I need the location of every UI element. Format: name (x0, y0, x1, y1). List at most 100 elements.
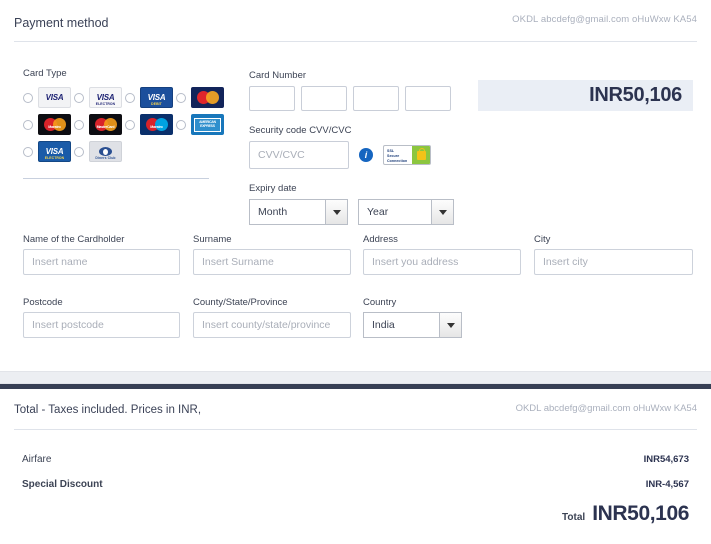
line-item-label: Special Discount (22, 479, 103, 490)
ssl-badge-line2: Secure (387, 153, 400, 158)
address-label: Address (363, 234, 398, 245)
radio-visa-debit[interactable] (125, 92, 135, 103)
surname-label: Surname (193, 234, 232, 245)
address-field: Address Insert you address (363, 234, 521, 275)
surname-input[interactable]: Insert Surname (193, 249, 351, 275)
totals-header: Total - Taxes included. Prices in INR, O… (0, 384, 711, 430)
card-number-input-4[interactable] (405, 86, 451, 111)
payment-page: Payment method OKDL abcdefg@gmail.com oH… (0, 0, 711, 544)
security-code-row: CVV/CVC i SSL Secure Connection (249, 141, 454, 169)
radio-visa[interactable] (23, 92, 33, 103)
line-item: Airfare INR54,673 (22, 454, 689, 465)
header-divider (14, 41, 697, 42)
expiry-year-select[interactable]: Year (358, 199, 454, 225)
mastercard-debit-logo-icon: MasterCard (89, 114, 122, 135)
radio-mastercard-debit[interactable] (74, 119, 84, 130)
lock-icon (412, 146, 430, 164)
card-type-label: Card Type (23, 68, 67, 79)
radio-diners-club[interactable] (74, 146, 84, 157)
radio-mastercard[interactable] (176, 92, 186, 103)
visa-electron-logo-icon: VISA ELECTRON (89, 87, 122, 108)
card-number-group (249, 86, 454, 111)
radio-visa-electron[interactable] (74, 92, 84, 103)
country-value: India (372, 319, 395, 331)
address-input[interactable]: Insert you address (363, 249, 521, 275)
ssl-badge-text: SSL Secure Connection (384, 146, 412, 164)
diners-club-logo-icon: Diners Club (89, 141, 122, 162)
visa-debit-logo-icon: VISA DEBIT (140, 87, 173, 108)
city-label: City (534, 234, 551, 245)
ssl-badge-line1: SSL (387, 149, 395, 153)
county-input[interactable]: Insert county/state/province (193, 312, 351, 338)
visa-blue-logo-icon: VISA ELECTRON (38, 141, 71, 162)
security-code-label: Security code CVV/CVC (249, 125, 352, 136)
american-express-logo-icon: AMERICAN EXPRESS (191, 114, 224, 135)
payment-method-panel: Payment method OKDL abcdefg@gmail.com oH… (0, 0, 711, 372)
line-item-amount: INR-4,567 (645, 479, 689, 490)
page-title: Payment method (14, 16, 109, 30)
card-option-diners-club[interactable]: Diners Club (74, 141, 125, 162)
line-item: Special Discount INR-4,567 (22, 479, 689, 490)
county-field: County/State/Province Insert county/stat… (193, 297, 351, 338)
chevron-down-icon[interactable] (431, 200, 453, 224)
info-icon[interactable]: i (359, 148, 373, 162)
chevron-down-icon[interactable] (325, 200, 347, 224)
totals-divider (14, 429, 697, 430)
card-option-visa-electron[interactable]: VISA ELECTRON (74, 87, 125, 108)
payment-panel-header: Payment method OKDL abcdefg@gmail.com oH… (0, 0, 711, 44)
card-number-input-3[interactable] (353, 86, 399, 111)
expiry-year-value: Year (367, 206, 389, 218)
radio-maestro[interactable] (23, 119, 33, 130)
cvv-input[interactable]: CVV/CVC (249, 141, 349, 169)
maestro-logo-icon: Maestro (38, 114, 71, 135)
card-option-visa-blue[interactable]: VISA ELECTRON (23, 141, 74, 162)
grand-total-label: Total (562, 512, 586, 523)
expiry-month-select[interactable]: Month (249, 199, 348, 225)
county-label: County/State/Province (193, 297, 288, 308)
line-item-amount: INR54,673 (643, 454, 689, 465)
expiry-month-value: Month (258, 206, 288, 218)
card-option-american-express[interactable]: AMERICAN EXPRESS (176, 114, 227, 135)
card-type-row-2: Maestro MasterCard Maestro AMERICAN EXPR… (23, 111, 228, 138)
cardholder-label: Name of the Cardholder (23, 234, 125, 245)
radio-american-express[interactable] (176, 119, 186, 130)
postcode-field: Postcode Insert postcode (23, 297, 180, 338)
postcode-label: Postcode (23, 297, 63, 308)
radio-maestro-blue[interactable] (125, 119, 135, 130)
expiry-date-label: Expiry date (249, 183, 297, 194)
card-option-visa-debit[interactable]: VISA DEBIT (125, 87, 176, 108)
grand-total-value: INR50,106 (592, 502, 689, 525)
city-field: City Insert city (534, 234, 693, 275)
card-details-column: Card Number Security code CVV/CVC CVV/CV… (249, 70, 454, 225)
card-option-maestro-blue[interactable]: Maestro (125, 114, 176, 135)
cardholder-field: Name of the Cardholder Insert name (23, 234, 180, 275)
surname-field: Surname Insert Surname (193, 234, 351, 275)
amount-display: INR50,106 (478, 80, 693, 111)
card-option-mastercard[interactable] (176, 87, 227, 108)
ssl-secure-connection-badge: SSL Secure Connection (383, 145, 431, 165)
expiry-selects: Month Year (249, 199, 454, 225)
cardholder-input[interactable]: Insert name (23, 249, 180, 275)
card-number-input-2[interactable] (301, 86, 347, 111)
mastercard-logo-icon (191, 87, 224, 108)
card-type-row-3: VISA ELECTRON Diners Club (23, 138, 228, 165)
country-label: Country (363, 297, 397, 308)
chevron-down-icon[interactable] (439, 313, 461, 337)
card-type-options: VISA VISA ELECTRON VISA DEBIT Maestro Ma… (23, 84, 228, 165)
card-number-input-1[interactable] (249, 86, 295, 111)
amount-value: INR50,106 (589, 84, 682, 106)
city-input[interactable]: Insert city (534, 249, 693, 275)
totals-panel: Total - Taxes included. Prices in INR, O… (0, 383, 711, 544)
card-option-maestro[interactable]: Maestro (23, 114, 74, 135)
totals-title: Total - Taxes included. Prices in INR, (14, 404, 202, 416)
postcode-input[interactable]: Insert postcode (23, 312, 180, 338)
card-option-visa[interactable]: VISA (23, 87, 74, 108)
country-select[interactable]: India (363, 312, 462, 338)
ssl-badge-line3: Connection (387, 158, 408, 163)
card-type-row-1: VISA VISA ELECTRON VISA DEBIT (23, 84, 228, 111)
maestro-blue-logo-icon: Maestro (140, 114, 173, 135)
account-meta-bottom: OKDL abcdefg@gmail.com oHuWxw KA54 (515, 403, 697, 414)
card-option-mastercard-debit[interactable]: MasterCard (74, 114, 125, 135)
radio-visa-blue[interactable] (23, 146, 33, 157)
grand-total: Total INR50,106 (562, 502, 689, 526)
